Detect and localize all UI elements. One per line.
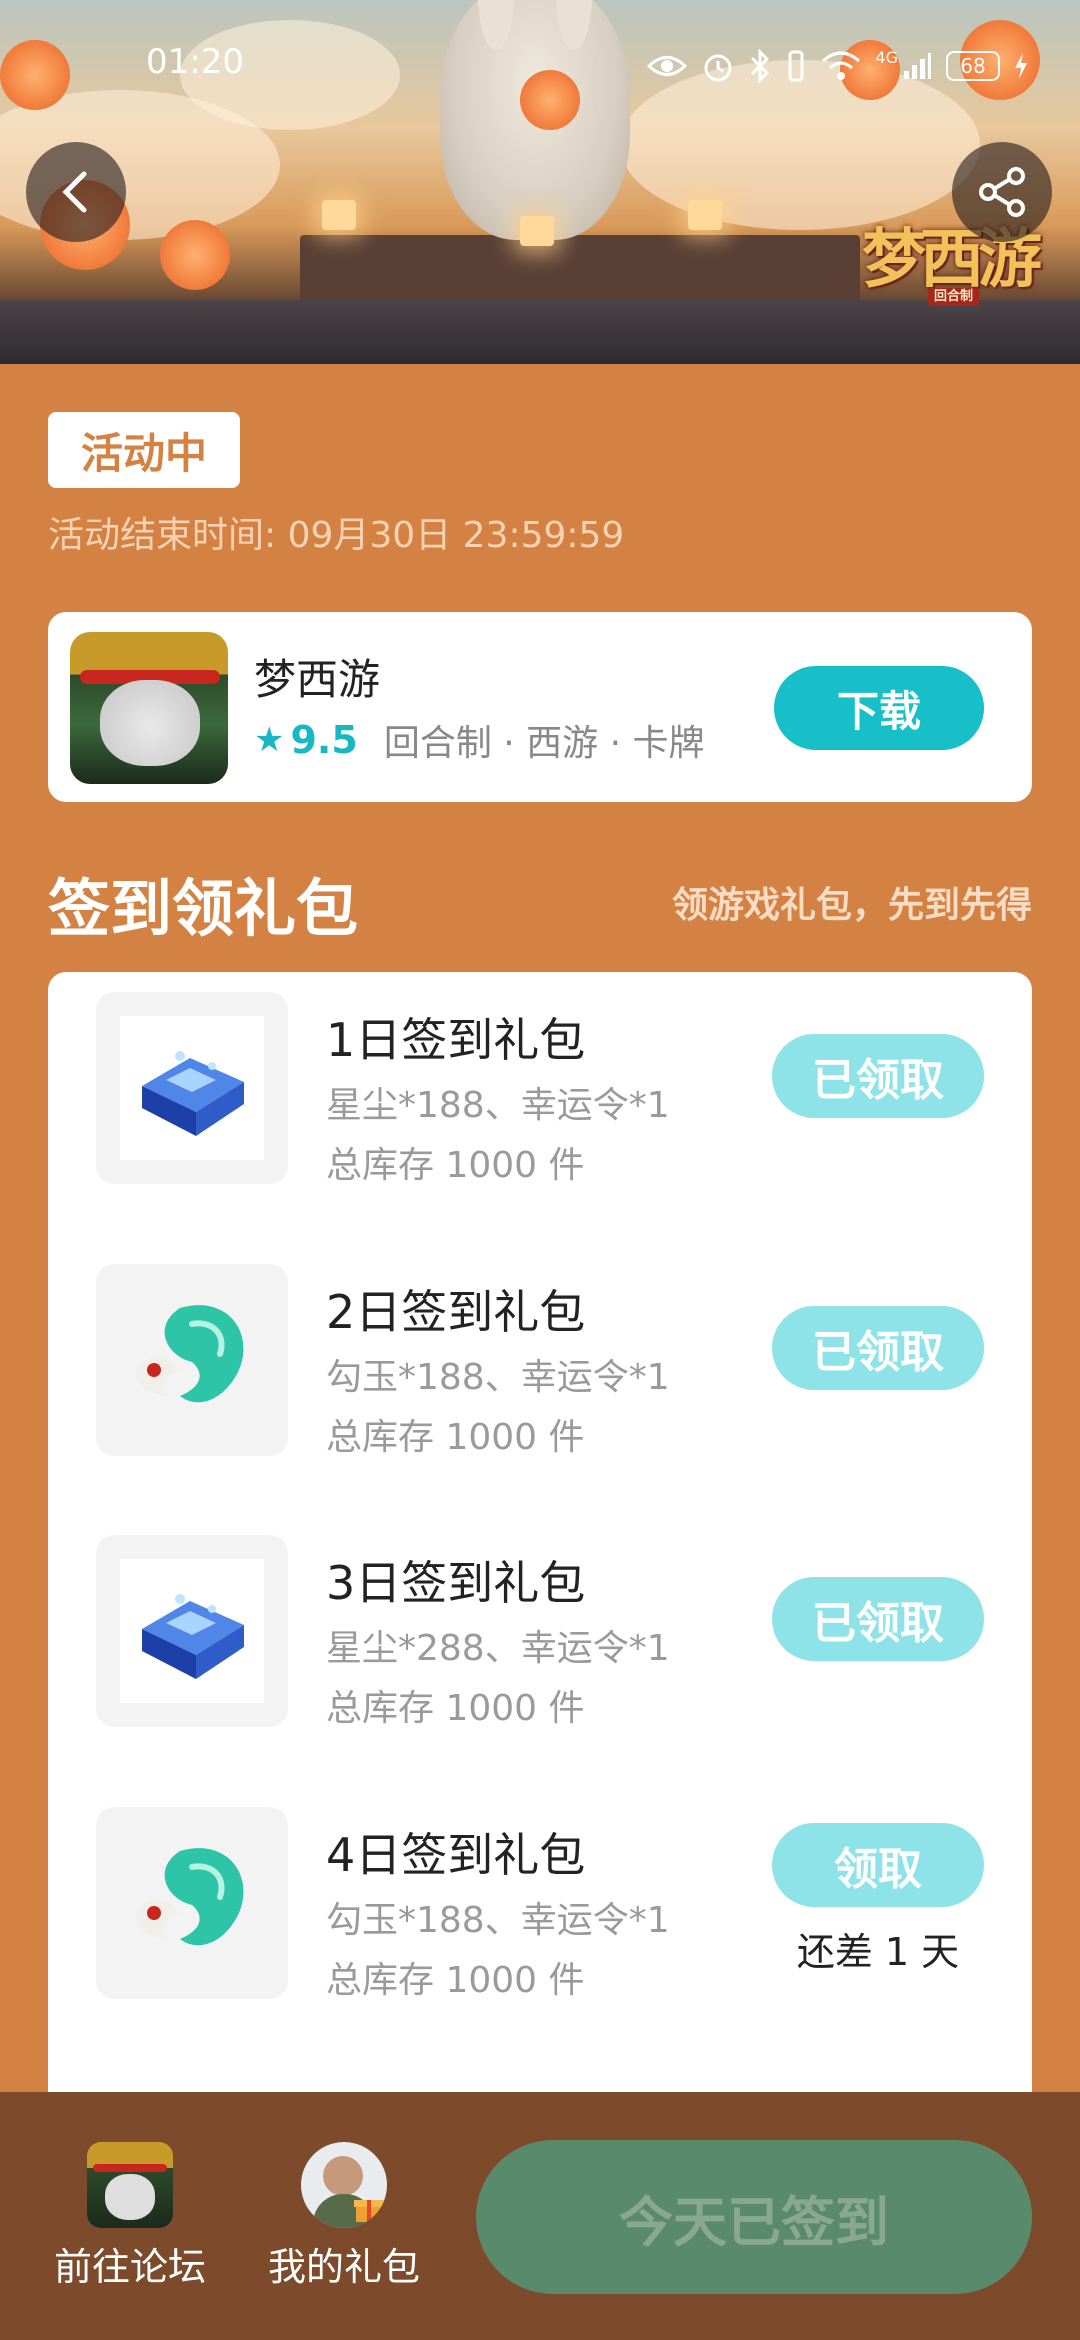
status-time: 01:20 bbox=[146, 42, 244, 82]
gift-items: 星尘*188、幸运令*1 bbox=[326, 1085, 670, 1126]
game-name: 梦西游 bbox=[254, 655, 381, 704]
claim-button[interactable]: 领取 bbox=[772, 1823, 984, 1907]
gift-row-day-1: 1日签到礼包 星尘*188、幸运令*1 总库存 1000 件 已领取 bbox=[48, 972, 1032, 1186]
signed-in-today-button[interactable]: 今天已签到 bbox=[476, 2140, 1032, 2294]
claimed-button[interactable]: 已领取 bbox=[772, 1034, 984, 1118]
claimed-button[interactable]: 已领取 bbox=[772, 1577, 984, 1661]
gift-thumbnail bbox=[96, 1535, 288, 1727]
jade-magatama-icon bbox=[135, 1305, 244, 1403]
gift-thumbnail bbox=[96, 1807, 288, 1999]
back-button[interactable] bbox=[26, 142, 126, 242]
vibrate-icon bbox=[788, 50, 804, 82]
gift-name: 1日签到礼包 bbox=[326, 1013, 586, 1067]
gift-row-day-3: 3日签到礼包 星尘*288、幸运令*1 总库存 1000 件 已领取 bbox=[48, 1515, 1032, 1729]
gift-row-day-4: 4日签到礼包 勾玉*188、幸运令*1 总库存 1000 件 领取 还差 1 天 bbox=[48, 1787, 1032, 2001]
days-remaining: 还差 1 天 bbox=[796, 1930, 960, 1974]
share-button[interactable] bbox=[952, 142, 1052, 242]
gift-thumbnail bbox=[96, 1264, 288, 1456]
game-card[interactable]: 梦西游 ★ 9.5 回合制 · 西游 · 卡牌 下载 bbox=[48, 612, 1032, 802]
eye-icon bbox=[647, 56, 688, 76]
forum-nav-item[interactable]: 前往论坛 bbox=[40, 2142, 220, 2291]
battery-indicator: 68 bbox=[946, 51, 1000, 81]
gift-name: 2日签到礼包 bbox=[326, 1285, 586, 1339]
game-score: 9.5 bbox=[290, 718, 358, 762]
section-title: 签到领礼包 bbox=[48, 872, 359, 945]
gift-items: 勾玉*188、幸运令*1 bbox=[326, 1357, 670, 1398]
gift-box-icon bbox=[354, 2200, 384, 2222]
jade-magatama-icon bbox=[135, 1848, 244, 1946]
gift-thumbnail bbox=[96, 992, 288, 1184]
network-type: 4G bbox=[875, 47, 898, 67]
gift-items: 勾玉*188、幸运令*1 bbox=[326, 1900, 670, 1941]
wifi-icon bbox=[822, 51, 861, 80]
charging-icon bbox=[1015, 53, 1027, 79]
claimed-button[interactable]: 已领取 bbox=[772, 1306, 984, 1390]
my-gifts-label: 我的礼包 bbox=[267, 2245, 420, 2289]
download-button[interactable]: 下载 bbox=[774, 666, 984, 750]
gift-name: 4日签到礼包 bbox=[326, 1828, 586, 1882]
gift-row-day-2: 2日签到礼包 勾玉*188、幸运令*1 总库存 1000 件 已领取 bbox=[48, 1244, 1032, 1458]
forum-label: 前往论坛 bbox=[53, 2245, 206, 2289]
gift-stock: 总库存 1000 件 bbox=[326, 1960, 585, 2001]
star-icon: ★ bbox=[254, 720, 285, 760]
gift-list: 1日签到礼包 星尘*188、幸运令*1 总库存 1000 件 已领取 2日签到礼… bbox=[48, 972, 1032, 2092]
activity-status-badge: 活动中 bbox=[48, 412, 240, 488]
gift-items: 星尘*288、幸运令*1 bbox=[326, 1628, 670, 1669]
chevron-left-icon bbox=[62, 171, 87, 213]
bottom-action-bar: 前往论坛 我的礼包 今天已签到 bbox=[0, 2092, 1080, 2340]
alarm-icon bbox=[704, 54, 732, 82]
my-gifts-nav-item[interactable]: 我的礼包 bbox=[254, 2142, 434, 2291]
gift-stock: 总库存 1000 件 bbox=[326, 1145, 585, 1186]
section-subtitle: 领游戏礼包，先到先得 bbox=[671, 885, 1032, 926]
status-icons: 4G 68 bbox=[647, 46, 1028, 86]
blue-crystal-chest-icon bbox=[142, 1594, 244, 1679]
activity-end-time: 活动结束时间: 09月30日 23:59:59 bbox=[48, 515, 625, 556]
my-gifts-avatar bbox=[301, 2142, 387, 2228]
gift-name: 3日签到礼包 bbox=[326, 1556, 586, 1610]
game-meta: ★ 9.5 回合制 · 西游 · 卡牌 bbox=[254, 714, 704, 766]
gift-stock: 总库存 1000 件 bbox=[326, 1688, 585, 1729]
bluetooth-icon bbox=[751, 49, 770, 83]
gift-stock: 总库存 1000 件 bbox=[326, 1417, 585, 1458]
signal-icon bbox=[904, 53, 931, 79]
game-tags: 回合制 · 西游 · 卡牌 bbox=[383, 723, 705, 764]
blue-crystal-chest-icon bbox=[142, 1051, 244, 1136]
share-icon bbox=[979, 167, 1025, 217]
forum-game-icon bbox=[87, 2142, 173, 2228]
game-app-icon bbox=[70, 632, 228, 784]
